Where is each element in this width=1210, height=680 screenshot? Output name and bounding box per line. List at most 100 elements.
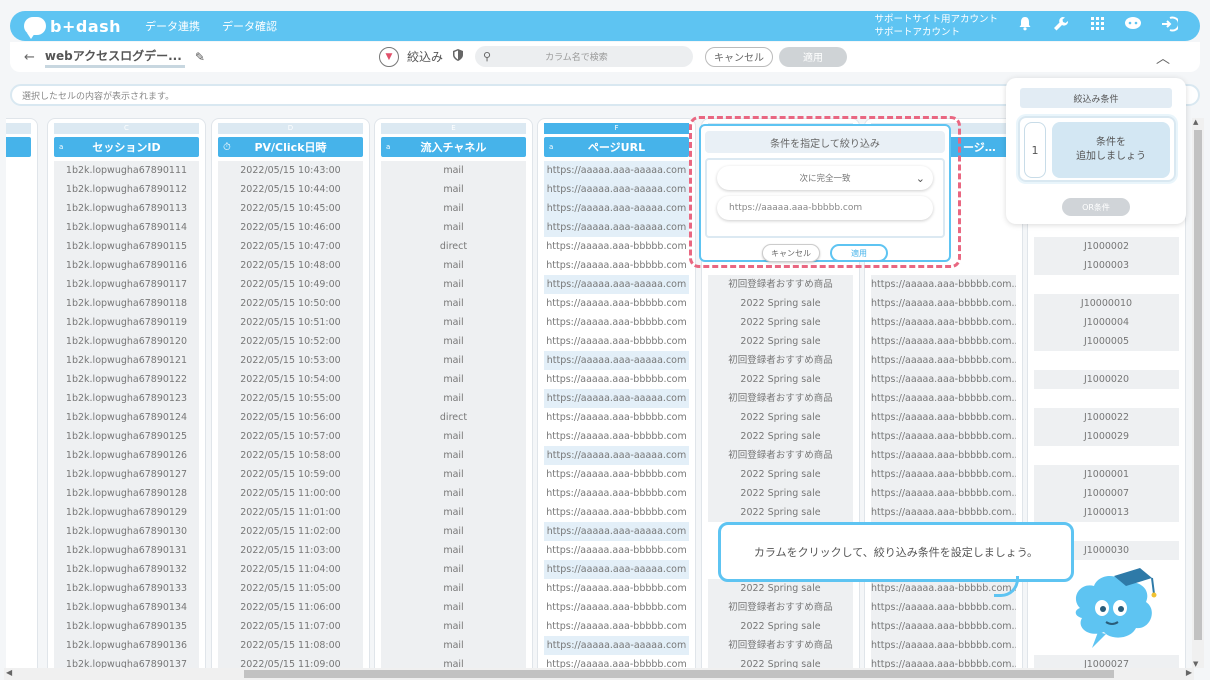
table-cell[interactable]: 2022 Spring sale [708,332,853,351]
table-cell[interactable]: 2022/05/15 10:51:00 [218,313,363,332]
table-cell[interactable]: 2022/05/15 10:52:00 [218,332,363,351]
table-cell[interactable]: https://aaaaa.aaa-bbbbb.com [544,617,689,636]
table-cell[interactable]: 2022 Spring sale [708,503,853,522]
table-cell[interactable]: https://aaaaa.aaa-bbbbb.com [544,332,689,351]
table-cell[interactable]: J1000002 [1034,237,1179,256]
table-cell[interactable]: 1b2k.lopwugha67890117 [54,275,199,294]
table-cell[interactable]: 2022 Spring sale [708,370,853,389]
table-cell[interactable]: 2022/05/15 11:02:00 [218,522,363,541]
table-cell[interactable]: https://aaaaa.aaa-aaaaa.com [544,560,689,579]
add-condition-button[interactable]: 条件を 追加しましょう [1052,122,1170,178]
table-cell[interactable]: mail [381,313,526,332]
table-cell[interactable]: J1000020 [1034,370,1179,389]
table-cell[interactable]: https://aaaaa.aaa-bbbbb.com [544,408,689,427]
table-cell[interactable]: 1b2k.lopwugha67890114 [54,218,199,237]
table-cell[interactable]: J1000013 [1034,503,1179,522]
table-cell[interactable]: https://aaaaa.aaa-bbbbb.com... [871,484,1016,503]
table-cell[interactable]: https://aaaaa.aaa-bbbbb.com [544,484,689,503]
table-cell[interactable] [1034,389,1179,408]
dataset-title[interactable]: webアクセスログデー... [44,47,185,68]
table-cell[interactable]: https://aaaaa.aaa-aaaaa.com [544,180,689,199]
table-cell[interactable]: mail [381,161,526,180]
table-cell[interactable]: https://aaaaa.aaa-bbbbb.com... [871,465,1016,484]
table-cell[interactable]: J1000029 [1034,427,1179,446]
table-cell[interactable]: 2022/05/15 10:54:00 [218,370,363,389]
table-cell[interactable]: 2022/05/15 10:46:00 [218,218,363,237]
table-cell[interactable]: https://aaaaa.aaa-bbbbb.com [544,465,689,484]
or-condition-button[interactable]: OR条件 [1062,198,1130,216]
table-cell[interactable]: 2022/05/15 11:04:00 [218,560,363,579]
table-cell[interactable]: 2022 Spring sale [708,294,853,313]
table-cell[interactable]: 初回登録者おすすめ商品 [708,446,853,465]
column-header-session-id[interactable]: a セッションID [54,137,199,157]
table-cell[interactable]: 1b2k.lopwugha67890124 [54,408,199,427]
column-page-url[interactable]: F a ページURL https://aaaaa.aaa-aaaaa.com htt… [537,118,696,670]
table-cell[interactable]: 2022/05/15 10:57:00 [218,427,363,446]
table-cell[interactable]: https://aaaaa.aaa-bbbbb.com... [871,617,1016,636]
table-cell[interactable]: https://aaaaa.aaa-bbbbb.com [544,313,689,332]
table-cell[interactable]: mail [381,370,526,389]
column-search-input[interactable]: ⚲ カラム名で検索 [475,46,694,67]
back-arrow-icon[interactable]: ← [24,50,35,65]
table-cell[interactable]: direct [381,408,526,427]
table-cell[interactable]: 2022/05/15 11:06:00 [218,598,363,617]
table-cell[interactable]: https://aaaaa.aaa-aaaaa.com [544,161,689,180]
vertical-scrollbar[interactable]: ▲ ▼ [1192,118,1204,668]
column-b[interactable] [6,118,38,670]
table-cell[interactable]: https://aaaaa.aaa-aaaaa.com [544,275,689,294]
account-info[interactable]: サポートサイト用アカウント サポートアカウント [874,13,998,39]
table-cell[interactable]: https://aaaaa.aaa-aaaaa.com [544,351,689,370]
filter-value-input[interactable]: https://aaaaa.aaa-bbbbb.com [717,196,933,220]
column-pv-click-datetime[interactable]: D ⏱ PV/Click日時 2022/05/15 10:43:00 2022/05… [211,118,370,670]
table-cell[interactable]: https://aaaaa.aaa-bbbbb.com [544,237,689,256]
table-cell[interactable]: https://aaaaa.aaa-aaaaa.com [544,199,689,218]
scroll-right-arrow-icon[interactable]: ▶ [1186,668,1192,677]
table-cell[interactable]: https://aaaaa.aaa-bbbbb.com... [871,446,1016,465]
table-cell[interactable]: 1b2k.lopwugha67890132 [54,560,199,579]
chat-bot-icon[interactable] [1124,16,1142,36]
table-cell[interactable]: https://aaaaa.aaa-bbbbb.com... [871,370,1016,389]
table-cell[interactable]: 1b2k.lopwugha67890119 [54,313,199,332]
table-cell[interactable]: https://aaaaa.aaa-aaaaa.com [544,446,689,465]
wrench-icon[interactable] [1052,16,1070,36]
logo[interactable]: b+dash [24,17,121,39]
table-cell[interactable]: https://aaaaa.aaa-bbbbb.com... [871,503,1016,522]
nav-data-integration[interactable]: データ連携 [145,18,200,34]
horizontal-scrollbar[interactable]: ◀ ▶ [4,668,1194,680]
table-cell[interactable]: 1b2k.lopwugha67890130 [54,522,199,541]
mascot-character[interactable] [1070,568,1160,652]
table-cell[interactable] [1034,275,1179,294]
table-cell[interactable]: 2022 Spring sale [708,617,853,636]
scroll-up-arrow-icon[interactable]: ▲ [1193,118,1198,126]
column-session-id[interactable]: C a セッションID 1b2k.lopwugha67890111 1b2k.lop… [47,118,206,670]
table-cell[interactable]: https://aaaaa.aaa-bbbbb.com [544,294,689,313]
table-cell[interactable]: 1b2k.lopwugha67890113 [54,199,199,218]
table-cell[interactable]: https://aaaaa.aaa-aaaaa.com [544,636,689,655]
table-cell[interactable]: 1b2k.lopwugha67890122 [54,370,199,389]
table-cell[interactable]: 2022 Spring sale [708,484,853,503]
table-cell[interactable]: 1b2k.lopwugha67890125 [54,427,199,446]
column-header-channel[interactable]: a 流入チャネル [381,137,526,157]
table-cell[interactable]: 1b2k.lopwugha67890112 [54,180,199,199]
table-cell[interactable]: mail [381,541,526,560]
table-cell[interactable]: 2022/05/15 10:53:00 [218,351,363,370]
table-cell[interactable]: 2022/05/15 10:44:00 [218,180,363,199]
table-cell[interactable]: J1000007 [1034,484,1179,503]
column-channel[interactable]: E a 流入チャネル mail mail mail mail direct mail mail… [374,118,533,670]
table-cell[interactable]: 2022/05/15 11:05:00 [218,579,363,598]
table-cell[interactable]: mail [381,446,526,465]
table-cell[interactable]: 2022/05/15 10:56:00 [218,408,363,427]
table-cell[interactable]: 2022 Spring sale [708,313,853,332]
table-cell[interactable]: https://aaaaa.aaa-bbbbb.com... [871,351,1016,370]
table-cell[interactable]: 1b2k.lopwugha67890111 [54,161,199,180]
table-cell[interactable]: 1b2k.lopwugha67890134 [54,598,199,617]
table-cell[interactable]: mail [381,617,526,636]
table-cell[interactable] [1034,446,1179,465]
vertical-scroll-thumb[interactable] [1194,130,1202,640]
table-cell[interactable]: 初回登録者おすすめ商品 [708,351,853,370]
table-cell[interactable]: mail [381,427,526,446]
logout-icon[interactable] [1160,16,1180,36]
table-cell[interactable]: mail [381,275,526,294]
table-cell[interactable]: mail [381,180,526,199]
table-cell[interactable]: https://aaaaa.aaa-bbbbb.com... [871,313,1016,332]
